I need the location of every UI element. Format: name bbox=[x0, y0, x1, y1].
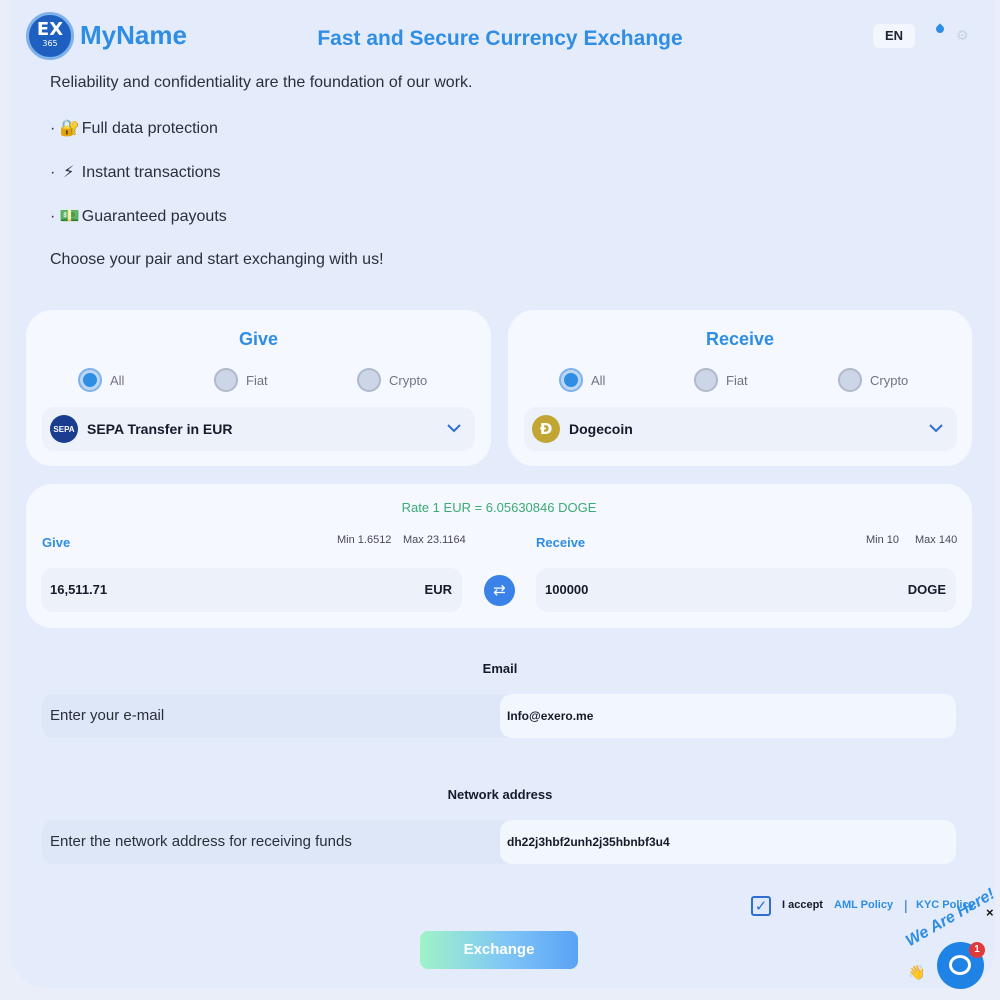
receive-title: Receive bbox=[705, 329, 775, 349]
email-title: Email bbox=[482, 661, 518, 676]
receive-filter-all[interactable]: All bbox=[559, 368, 605, 392]
bullet-data-protection: · 🔐 Full data protection bbox=[50, 118, 218, 138]
receive-filter-fiat[interactable]: Fiat bbox=[694, 368, 748, 392]
give-amount-value: 16,511.71 bbox=[50, 582, 108, 597]
radio-label: All bbox=[591, 372, 606, 388]
dogecoin-icon: Ð bbox=[532, 415, 560, 443]
give-filter-crypto[interactable]: Crypto bbox=[357, 368, 427, 392]
accept-checkbox[interactable]: ✓ bbox=[751, 896, 771, 916]
accept-label: I accept bbox=[782, 899, 823, 911]
radio-label: Crypto bbox=[389, 372, 428, 388]
exchange-button[interactable]: Exchange bbox=[420, 931, 578, 969]
network-address-value: dh22j3hbf2unh2j35hbnbf3u4 bbox=[507, 835, 670, 849]
chat-bubble-icon bbox=[949, 955, 971, 975]
network-title: Network address bbox=[447, 787, 553, 802]
intro-cta: Choose your pair and start exchanging wi… bbox=[50, 251, 384, 268]
receive-currency-label: Dogecoin bbox=[569, 421, 633, 437]
radio-label: All bbox=[110, 372, 125, 388]
exchange-calculator: Rate 1 EUR = 6.05630846 DOGE Give Min 1.… bbox=[26, 484, 972, 628]
give-amount-label: Give bbox=[42, 535, 71, 550]
network-address-field[interactable]: Enter the network address for receiving … bbox=[42, 820, 956, 864]
bullet-instant-transactions: · ⚡ Instant transactions bbox=[50, 162, 221, 182]
lock-icon: 🔐 bbox=[59, 120, 80, 137]
gear-icon[interactable]: ⚙ bbox=[956, 28, 970, 42]
radio-icon[interactable] bbox=[838, 368, 862, 392]
give-currency-label: SEPA Transfer in EUR bbox=[87, 421, 233, 437]
exchange-rate: Rate 1 EUR = 6.05630846 DOGE bbox=[401, 500, 597, 515]
email-placeholder: Enter your e-mail bbox=[50, 707, 165, 724]
give-card: Give All Fiat Crypto SEPA SEPA Transfer … bbox=[26, 310, 491, 466]
receive-amount-value: 100000 bbox=[545, 582, 589, 597]
bullet-label: Guaranteed payouts bbox=[81, 208, 227, 225]
give-filter-fiat[interactable]: Fiat bbox=[214, 368, 268, 392]
bullet-dot: · bbox=[50, 120, 56, 137]
policy-separator: | bbox=[904, 897, 908, 913]
receive-max: Max 140 bbox=[915, 534, 958, 546]
bullet-dot: · bbox=[50, 164, 56, 181]
give-currency-select[interactable]: SEPA SEPA Transfer in EUR bbox=[42, 407, 475, 451]
give-max: Max 23.1164 bbox=[403, 534, 466, 546]
lightning-icon: ⚡ bbox=[63, 164, 75, 181]
bullet-label: Full data protection bbox=[81, 120, 218, 137]
receive-currency-code: DOGE bbox=[907, 582, 946, 597]
receive-filter-crypto[interactable]: Crypto bbox=[838, 368, 908, 392]
email-value: Info@exero.me bbox=[507, 709, 594, 723]
receive-card: Receive All Fiat Crypto Ð Dogecoin bbox=[508, 310, 972, 466]
give-amount-input[interactable]: 16,511.71 EUR bbox=[41, 568, 462, 612]
bullet-guaranteed-payouts: · 💵 Guaranteed payouts bbox=[50, 206, 227, 226]
radio-icon[interactable] bbox=[694, 368, 718, 392]
give-currency-code: EUR bbox=[424, 582, 452, 597]
chevron-down-icon[interactable] bbox=[445, 419, 463, 437]
give-title: Give bbox=[238, 329, 279, 349]
intro-text: Reliability and confidentiality are the … bbox=[50, 74, 473, 91]
receive-min: Min 10 bbox=[866, 534, 900, 546]
aml-policy-link[interactable]: AML Policy bbox=[834, 899, 893, 911]
give-filter-all[interactable]: All bbox=[78, 368, 124, 392]
radio-icon[interactable] bbox=[214, 368, 238, 392]
chevron-down-icon[interactable] bbox=[927, 419, 945, 437]
radio-selected-icon[interactable] bbox=[78, 368, 102, 392]
receive-amount-input[interactable]: 100000 DOGE bbox=[536, 568, 956, 612]
language-selector[interactable]: EN bbox=[873, 24, 915, 48]
waving-hand-icon: 👋 bbox=[908, 964, 926, 980]
receive-amount-label: Receive bbox=[536, 535, 586, 550]
radio-label: Crypto bbox=[870, 372, 909, 388]
receive-currency-select[interactable]: Ð Dogecoin bbox=[524, 407, 957, 451]
email-field[interactable]: Enter your e-mail Info@exero.me bbox=[42, 694, 956, 738]
give-min: Min 1.6512 bbox=[337, 534, 392, 546]
bullet-dot: · bbox=[50, 208, 56, 225]
money-icon: 💵 bbox=[59, 208, 80, 225]
bullet-label: Instant transactions bbox=[81, 164, 221, 181]
swap-icon[interactable]: ⇄ bbox=[484, 575, 515, 606]
network-placeholder: Enter the network address for receiving … bbox=[50, 833, 352, 850]
radio-label: Fiat bbox=[246, 372, 268, 388]
radio-selected-icon[interactable] bbox=[559, 368, 583, 392]
radio-label: Fiat bbox=[726, 372, 748, 388]
radio-icon[interactable] bbox=[357, 368, 381, 392]
notification-badge: 1 bbox=[969, 942, 985, 958]
sepa-icon: SEPA bbox=[50, 415, 78, 443]
email-input[interactable]: Info@exero.me bbox=[500, 694, 956, 738]
network-address-input[interactable]: dh22j3hbf2unh2j35hbnbf3u4 bbox=[500, 820, 956, 864]
page-headline: Fast and Secure Currency Exchange bbox=[317, 27, 683, 50]
